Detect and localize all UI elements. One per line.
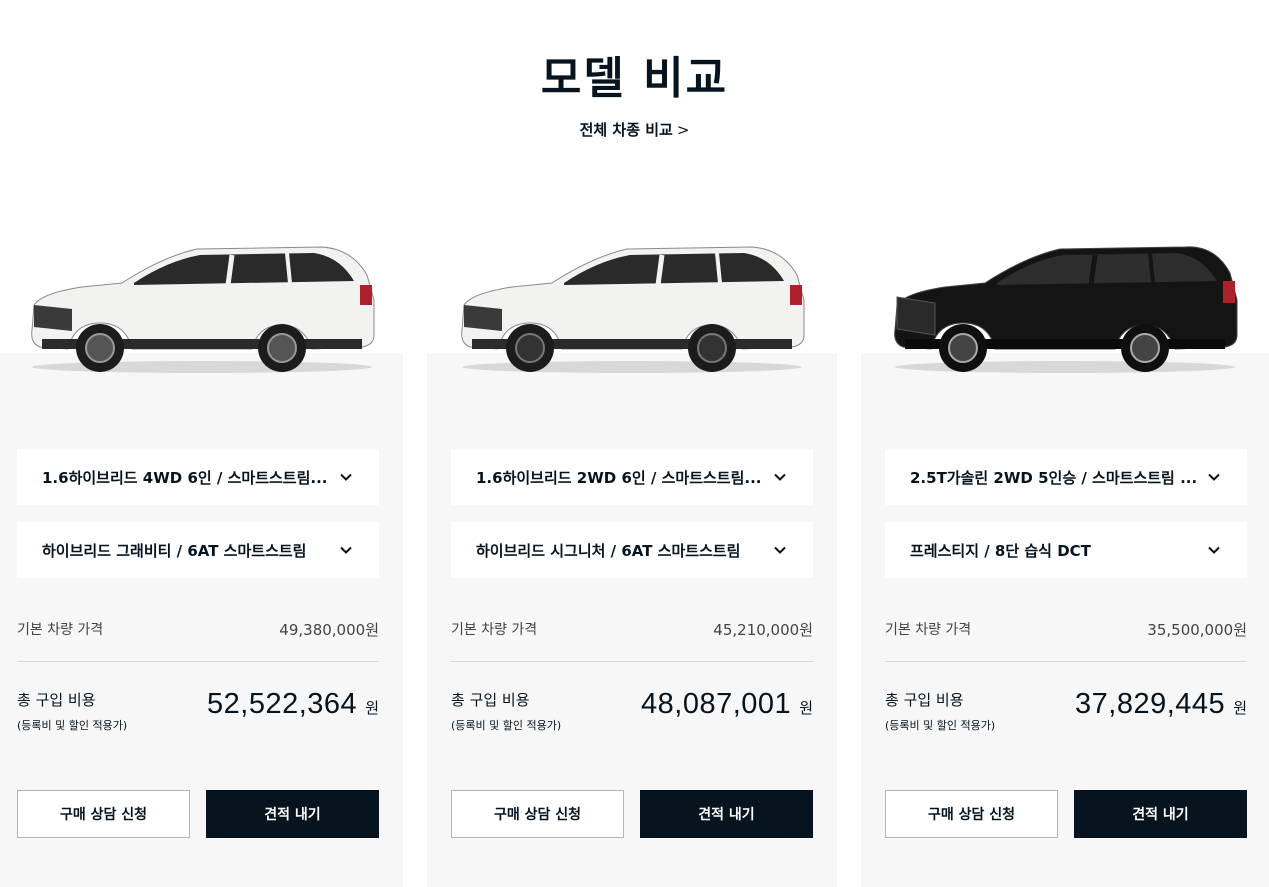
- chevron-down-icon: [774, 473, 786, 481]
- purchase-consult-button[interactable]: 구매 상담 신청: [451, 790, 624, 838]
- car-image: [30, 246, 374, 373]
- total-cost-value: 37,829,445 원: [1075, 688, 1247, 721]
- chevron-right-icon: >: [676, 121, 690, 139]
- model-card-1: 1.6하이브리드 4WD 6인 / 스마트스트림... 하이브리드 그래비티 /…: [0, 246, 403, 887]
- chevron-down-icon: [340, 546, 352, 554]
- base-price-value: 35,500,000원: [1147, 621, 1247, 639]
- total-cost-amount: 48,087,001: [641, 688, 792, 720]
- base-price-row: 기본 차량 가격 45,210,000원: [451, 619, 813, 640]
- base-price-row: 기본 차량 가격 35,500,000원: [885, 619, 1247, 640]
- model-card-3: 2.5T가솔린 2WD 5인승 / 스마트스트림 ... 프레스티지 / 8단 …: [861, 246, 1269, 887]
- car-windows: [133, 253, 354, 285]
- total-cost-amount: 37,829,445: [1075, 688, 1226, 720]
- base-price-label: 기본 차량 가격: [17, 622, 104, 638]
- car-grille: [464, 305, 502, 331]
- trim-select[interactable]: 1.6하이브리드 4WD 6인 / 스마트스트림...: [17, 449, 379, 505]
- car-image: [461, 246, 805, 373]
- trim-select[interactable]: 2.5T가솔린 2WD 5인승 / 스마트스트림 ...: [885, 449, 1247, 505]
- total-cost-note: (등록비 및 할인 적용가): [451, 719, 562, 732]
- grade-select-value: 하이브리드 그래비티 / 6AT 스마트스트림: [42, 541, 307, 560]
- divider: [451, 661, 813, 662]
- total-cost-label: 총 구입 비용: [885, 691, 964, 709]
- total-cost-unit: 원: [1233, 699, 1247, 717]
- total-cost-unit: 원: [365, 699, 379, 717]
- total-cost-note: (등록비 및 할인 적용가): [17, 719, 128, 732]
- grade-select[interactable]: 하이브리드 그래비티 / 6AT 스마트스트림: [17, 522, 379, 578]
- car-grille: [33, 305, 72, 331]
- get-quote-button[interactable]: 견적 내기: [206, 790, 379, 838]
- divider: [17, 661, 379, 662]
- trim-select-value: 1.6하이브리드 4WD 6인 / 스마트스트림...: [42, 468, 328, 487]
- get-quote-button[interactable]: 견적 내기: [1074, 790, 1247, 838]
- trim-select-value: 2.5T가솔린 2WD 5인승 / 스마트스트림 ...: [910, 468, 1198, 487]
- compare-all-label: 전체 차종 비교: [579, 121, 673, 139]
- car-windows: [997, 253, 1217, 285]
- total-cost-label: 총 구입 비용: [451, 691, 530, 709]
- grade-select-value: 하이브리드 시그니처 / 6AT 스마트스트림: [476, 541, 741, 560]
- divider: [885, 661, 1247, 662]
- base-price-value: 49,380,000원: [279, 621, 379, 639]
- grade-select[interactable]: 프레스티지 / 8단 습식 DCT: [885, 522, 1247, 578]
- car-image: [894, 246, 1238, 373]
- chevron-down-icon: [1208, 546, 1220, 554]
- total-cost-unit: 원: [799, 699, 813, 717]
- grade-select-value: 프레스티지 / 8단 습식 DCT: [910, 541, 1091, 560]
- trim-select-value: 1.6하이브리드 2WD 6인 / 스마트스트림...: [476, 468, 762, 487]
- base-price-value: 45,210,000원: [713, 621, 813, 639]
- get-quote-button[interactable]: 견적 내기: [640, 790, 813, 838]
- base-price-label: 기본 차량 가격: [451, 622, 538, 638]
- total-cost-amount: 52,522,364: [207, 688, 358, 720]
- compare-all-link[interactable]: 전체 차종 비교 >: [0, 119, 1269, 140]
- total-cost-label: 총 구입 비용: [17, 691, 96, 709]
- total-cost-value: 48,087,001 원: [641, 688, 813, 721]
- base-price-row: 기본 차량 가격 49,380,000원: [17, 619, 379, 640]
- purchase-consult-button[interactable]: 구매 상담 신청: [885, 790, 1058, 838]
- trim-select[interactable]: 1.6하이브리드 2WD 6인 / 스마트스트림...: [451, 449, 813, 505]
- chevron-down-icon: [340, 473, 352, 481]
- page-title: 모델 비교: [540, 53, 729, 104]
- chevron-down-icon: [774, 546, 786, 554]
- model-card-2: 1.6하이브리드 2WD 6인 / 스마트스트림... 하이브리드 시그니처 /…: [427, 246, 837, 887]
- chevron-down-icon: [1208, 473, 1220, 481]
- total-cost-value: 52,522,364 원: [207, 688, 379, 721]
- grade-select[interactable]: 하이브리드 시그니처 / 6AT 스마트스트림: [451, 522, 813, 578]
- purchase-consult-button[interactable]: 구매 상담 신청: [17, 790, 190, 838]
- car-windows: [564, 253, 784, 285]
- car-grille: [896, 296, 936, 336]
- base-price-label: 기본 차량 가격: [885, 622, 972, 638]
- total-cost-note: (등록비 및 할인 적용가): [885, 719, 996, 732]
